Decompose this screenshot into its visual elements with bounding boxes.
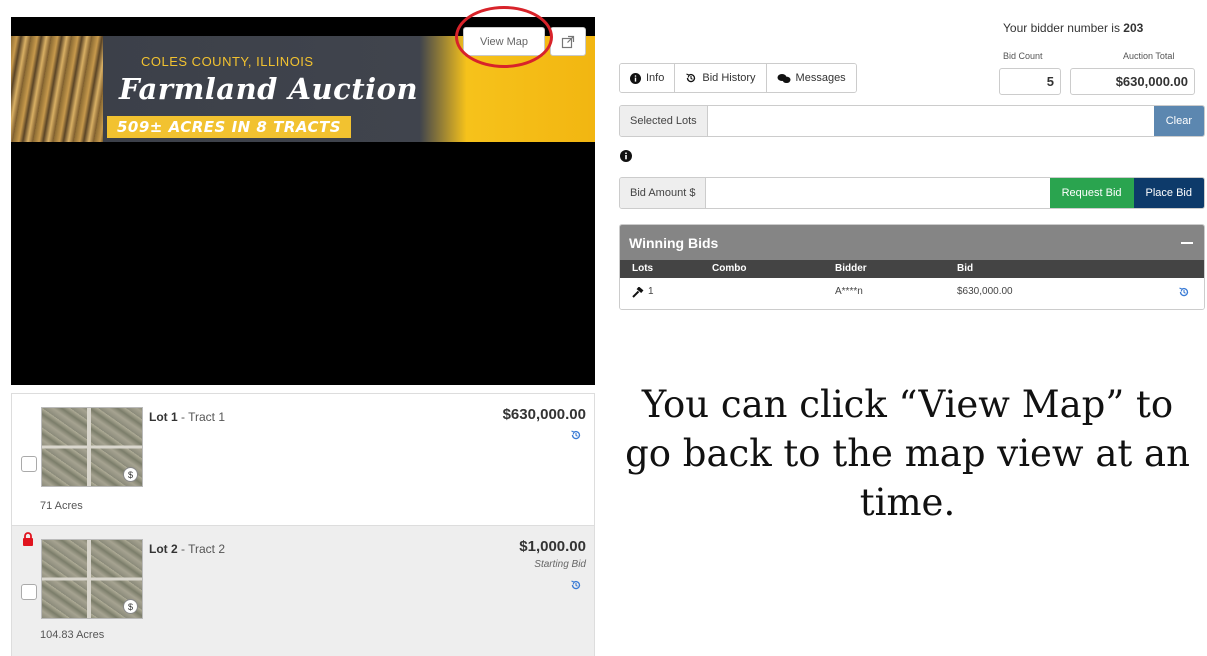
tab-label: Messages [795, 72, 846, 84]
column-header: Bidder [835, 263, 867, 274]
lot-number: Lot 1 [149, 410, 178, 424]
instruction-caption: You can click “View Map” to go back to t… [608, 380, 1207, 527]
row-bid: $630,000.00 [957, 286, 1013, 297]
table-row: 1 A****n $630,000.00 [620, 278, 1204, 309]
caption-line: You can click “View Map” to [641, 383, 1174, 426]
corn-image [11, 36, 103, 142]
lot-acres: 71 Acres [40, 500, 83, 512]
lot-item[interactable]: $ Lot 2 - Tract 2 $1,000.00 Starting Bid… [12, 526, 594, 656]
dollar-pin-icon: $ [123, 467, 138, 482]
column-header: Bid [957, 263, 974, 274]
minus-icon [1181, 242, 1193, 244]
gavel-icon [632, 287, 644, 298]
popout-button[interactable] [550, 27, 586, 56]
winning-bids-title: Winning Bids [629, 234, 719, 251]
history-icon[interactable] [1178, 286, 1190, 298]
lot-title[interactable]: Lot 2 - Tract 2 [149, 542, 225, 556]
bid-count-value: 5 [999, 68, 1061, 95]
dollar-pin-icon: $ [123, 599, 138, 614]
tab-bid-history[interactable]: Bid History [675, 64, 767, 92]
row-bidder: A****n [835, 286, 863, 297]
selected-lots-label: Selected Lots [620, 106, 708, 136]
panel-tabs: Info Bid History Messages [619, 63, 857, 93]
tab-info[interactable]: Info [620, 64, 676, 92]
banner-county: COLES COUNTY, ILLINOIS [141, 54, 314, 69]
auction-total-value: $630,000.00 [1070, 68, 1195, 95]
selected-lots-group: Selected Lots Clear [619, 105, 1205, 137]
external-link-icon [561, 35, 575, 48]
lots-list: $ Lot 1 - Tract 1 $630,000.00 71 Acres $… [11, 393, 595, 656]
annotation-circle [455, 6, 553, 68]
starting-bid-label: Starting Bid [534, 559, 586, 570]
history-icon[interactable] [570, 579, 582, 591]
lot-checkbox[interactable] [21, 456, 37, 472]
tab-label: Info [646, 72, 665, 84]
winning-bids-panel: Winning Bids Lots Combo Bidder Bid 1 A**… [619, 224, 1205, 310]
row-lot: 1 [648, 286, 654, 297]
history-icon [686, 73, 696, 83]
auction-total-label: Auction Total [1123, 51, 1175, 61]
tab-label: Bid History [702, 72, 756, 84]
lot-thumbnail[interactable]: $ [41, 539, 143, 619]
tab-messages[interactable]: Messages [766, 64, 856, 92]
caption-line: go back to the map view at an [625, 432, 1190, 475]
lot-price: $1,000.00 [519, 538, 586, 555]
lot-title[interactable]: Lot 1 - Tract 1 [149, 410, 225, 424]
bid-amount-label: Bid Amount $ [620, 178, 707, 208]
banner-title: Farmland Auction [119, 72, 419, 106]
column-header: Lots [632, 263, 654, 274]
request-bid-button[interactable]: Request Bid [1049, 178, 1134, 208]
lot-price: $630,000.00 [502, 406, 586, 423]
banner-acres: 509± ACRES IN 8 TRACTS [107, 116, 352, 138]
winning-bids-header: Winning Bids [620, 225, 1204, 260]
lot-thumbnail[interactable]: $ [41, 407, 143, 487]
winning-bids-columns: Lots Combo Bidder Bid [620, 260, 1204, 278]
clear-button[interactable]: Clear [1153, 106, 1204, 136]
bidder-prefix: Your bidder number is [1003, 21, 1124, 35]
lot-checkbox[interactable] [21, 584, 37, 600]
lock-icon [23, 532, 33, 546]
bid-count-label: Bid Count [1003, 51, 1043, 61]
info-icon[interactable] [620, 150, 632, 162]
lot-number: Lot 2 [149, 542, 178, 556]
bidder-number: 203 [1123, 21, 1144, 35]
selected-lots-input[interactable] [707, 106, 1154, 136]
lot-acres: 104.83 Acres [40, 629, 105, 641]
collapse-button[interactable] [1180, 236, 1194, 250]
bidder-number-line: Your bidder number is 203 [1003, 21, 1143, 35]
place-bid-button[interactable]: Place Bid [1133, 178, 1204, 208]
caption-line: time. [859, 481, 956, 524]
lot-tract: - Tract 1 [177, 410, 226, 424]
video-player[interactable]: COLES COUNTY, ILLINOIS Farmland Auction … [11, 17, 595, 385]
lot-item[interactable]: $ Lot 1 - Tract 1 $630,000.00 71 Acres [12, 394, 594, 526]
messages-icon [777, 73, 791, 83]
lot-tract: - Tract 2 [177, 542, 226, 556]
bid-amount-input[interactable] [706, 178, 1050, 208]
bid-amount-group: Bid Amount $ Request Bid Place Bid [619, 177, 1205, 209]
history-icon[interactable] [570, 429, 582, 441]
column-header: Combo [712, 263, 747, 274]
info-icon [630, 72, 641, 84]
